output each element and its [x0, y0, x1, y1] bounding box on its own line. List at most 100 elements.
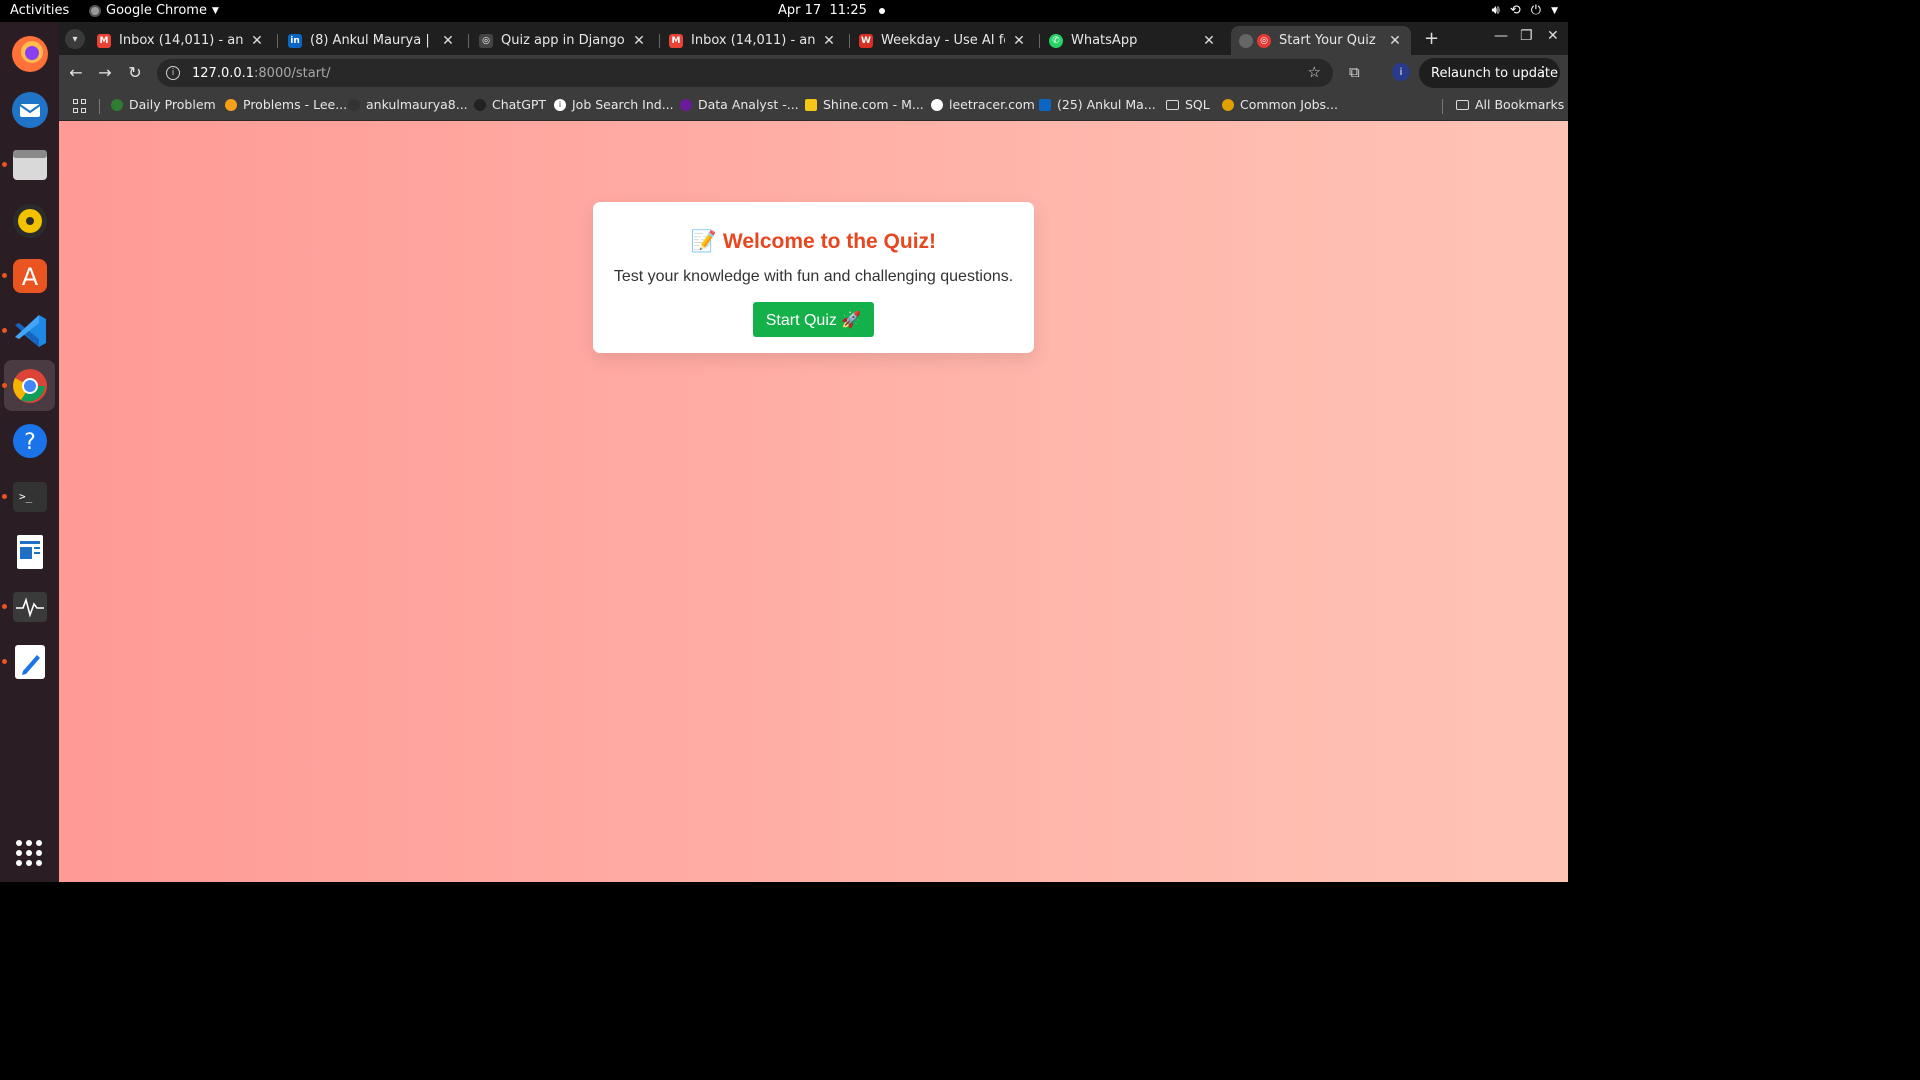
tab[interactable]: in (8) Ankul Maurya | Linke ✕ — [280, 26, 464, 55]
chatgpt-icon — [474, 98, 486, 111]
bookmark-item[interactable]: i Job Search Ind... — [554, 97, 674, 112]
geeksforgeeks-icon — [111, 98, 123, 111]
dock-app-center[interactable]: A — [2, 250, 55, 301]
dock-terminal[interactable]: >_ — [2, 471, 55, 522]
tab[interactable]: ✆ WhatsApp ✕ — [1041, 26, 1225, 55]
welcome-card: 📝 Welcome to the Quiz! Test your knowled… — [593, 202, 1034, 353]
bookmark-item[interactable]: Common Jobs... — [1222, 97, 1338, 112]
chrome-icon — [12, 368, 47, 403]
help-icon: ? — [12, 423, 47, 458]
tab[interactable]: M Inbox (14,011) - ankulm ✕ — [89, 26, 273, 55]
globe-icon — [931, 98, 943, 111]
caret-down-icon: ▼ — [1551, 5, 1558, 16]
tab-title: Inbox (14,011) - ankulm — [691, 33, 815, 48]
bookmarks-bar: Daily Problem Problems - Lee... ankulmau… — [59, 91, 1568, 121]
tab-title: Weekday - Use AI for jo — [881, 33, 1005, 48]
date: Apr 17 — [778, 3, 822, 18]
tab[interactable]: ◎ Quiz app in Django ✕ — [471, 26, 655, 55]
app-menu[interactable]: Google Chrome ▼ — [89, 3, 219, 18]
url-text: 127.0.0.1:8000/start/ — [192, 65, 331, 81]
bookmark-item[interactable]: Daily Problem — [111, 97, 216, 112]
tab[interactable]: W Weekday - Use AI for jo ✕ — [851, 26, 1035, 55]
power-icon: ⏻ — [1530, 3, 1542, 18]
tab-title: Inbox (14,011) - ankulm — [119, 33, 243, 48]
bookmark-item[interactable]: Shine.com - M... — [805, 97, 924, 112]
target-icon: ◎ — [1257, 33, 1271, 48]
running-indicator — [2, 494, 7, 499]
tab-search-button[interactable]: ▾ — [65, 29, 85, 49]
running-indicator — [2, 162, 7, 167]
bookmark-item[interactable]: Problems - Lee... — [225, 97, 347, 112]
restore-icon[interactable]: ❐ — [1520, 28, 1533, 44]
close-icon[interactable]: ✕ — [1011, 33, 1027, 49]
svg-text:A: A — [21, 263, 38, 291]
files-icon — [12, 149, 47, 180]
window-close-icon[interactable]: ✕ — [1547, 28, 1559, 44]
close-icon[interactable]: ✕ — [821, 33, 837, 49]
app-menu-label: Google Chrome — [106, 3, 207, 18]
bookmark-item[interactable]: leetracer.com — [931, 97, 1035, 112]
dock-text-editor[interactable] — [2, 636, 55, 687]
minimize-icon[interactable]: — — [1494, 28, 1508, 44]
more-menu-icon[interactable]: ⋮ — [1536, 64, 1550, 80]
dock-files[interactable] — [2, 139, 55, 190]
dock-thunderbird[interactable] — [4, 84, 55, 135]
close-icon[interactable]: ✕ — [249, 33, 265, 49]
tab[interactable]: M Inbox (14,011) - ankulm ✕ — [661, 26, 845, 55]
system-tray[interactable]: 🔊︎ ⟲ ⏻ ▼ — [1492, 3, 1558, 18]
caret-down-icon: ▼ — [211, 5, 219, 16]
time: 11:25 — [829, 3, 867, 18]
data-analyst-icon — [680, 98, 692, 111]
close-icon[interactable]: ✕ — [440, 33, 456, 49]
browser-toolbar: ← → ↻ i 127.0.0.1:8000/start/ ☆ ⧉ i Rela… — [59, 55, 1568, 91]
folder-icon — [1166, 99, 1179, 110]
all-bookmarks-folder[interactable]: All Bookmarks — [1456, 97, 1564, 112]
dock: A ? >_ — [0, 22, 59, 882]
tab-active[interactable]: ◎ Start Your Quiz Now ✕ — [1231, 26, 1411, 55]
apps-grid-icon[interactable] — [73, 99, 87, 113]
page-title: 📝 Welcome to the Quiz! — [593, 230, 1034, 254]
address-bar[interactable]: i 127.0.0.1:8000/start/ ☆ — [157, 59, 1333, 87]
app-center-icon: A — [12, 258, 47, 293]
dock-firefox[interactable] — [4, 28, 55, 79]
extensions-icon[interactable]: ⧉ — [1349, 63, 1360, 81]
gmail-icon: M — [669, 33, 683, 48]
close-icon[interactable]: ✕ — [1387, 33, 1403, 49]
tab-title: (8) Ankul Maurya | Linke — [310, 33, 434, 48]
chrome-icon — [89, 4, 101, 17]
bookmark-item[interactable]: ChatGPT — [474, 97, 546, 112]
relaunch-button[interactable]: Relaunch to update ⋮ — [1419, 58, 1560, 88]
dock-vscode[interactable] — [2, 305, 55, 356]
dock-rhythmbox[interactable] — [4, 195, 55, 246]
profile-avatar[interactable]: i — [1392, 63, 1410, 81]
system-top-bar: Activities Google Chrome ▼ Apr 17 11:25 … — [0, 0, 1568, 22]
volume-icon: 🔊︎ — [1491, 3, 1500, 18]
dock-libreoffice-writer[interactable] — [4, 526, 55, 577]
dock-system-monitor[interactable] — [2, 581, 55, 632]
bookmark-item[interactable]: Data Analyst -... — [680, 97, 799, 112]
writer-icon — [16, 534, 43, 569]
github-icon — [348, 98, 360, 111]
whatsapp-icon: ✆ — [1049, 33, 1063, 48]
bookmark-star-icon[interactable]: ☆ — [1308, 63, 1321, 81]
indeed-icon: i — [554, 98, 566, 111]
activities-button[interactable]: Activities — [10, 3, 69, 18]
tab-strip: ▾ M Inbox (14,011) - ankulm ✕ in (8) Ank… — [59, 22, 1568, 55]
bookmark-folder[interactable]: SQL — [1166, 97, 1210, 112]
loading-icon — [1239, 33, 1253, 48]
site-info-icon[interactable]: i — [166, 66, 180, 80]
close-icon[interactable]: ✕ — [1201, 33, 1217, 49]
show-apps-icon[interactable] — [16, 840, 42, 866]
leetcode-icon — [225, 98, 237, 111]
new-tab-button[interactable]: + — [1424, 28, 1439, 49]
bookmark-item[interactable]: ankulmaurya8... — [348, 97, 468, 112]
dock-help[interactable]: ? — [4, 415, 55, 466]
back-arrow-icon[interactable]: ← — [66, 63, 86, 82]
dock-chrome[interactable] — [2, 360, 55, 411]
start-quiz-button[interactable]: Start Quiz 🚀 — [753, 302, 874, 337]
clock[interactable]: Apr 17 11:25 — [778, 3, 885, 18]
forward-arrow-icon[interactable]: → — [95, 63, 115, 82]
close-icon[interactable]: ✕ — [631, 33, 647, 49]
bookmark-item[interactable]: (25) Ankul Ma... — [1039, 97, 1156, 112]
reload-icon[interactable]: ↻ — [125, 63, 145, 82]
